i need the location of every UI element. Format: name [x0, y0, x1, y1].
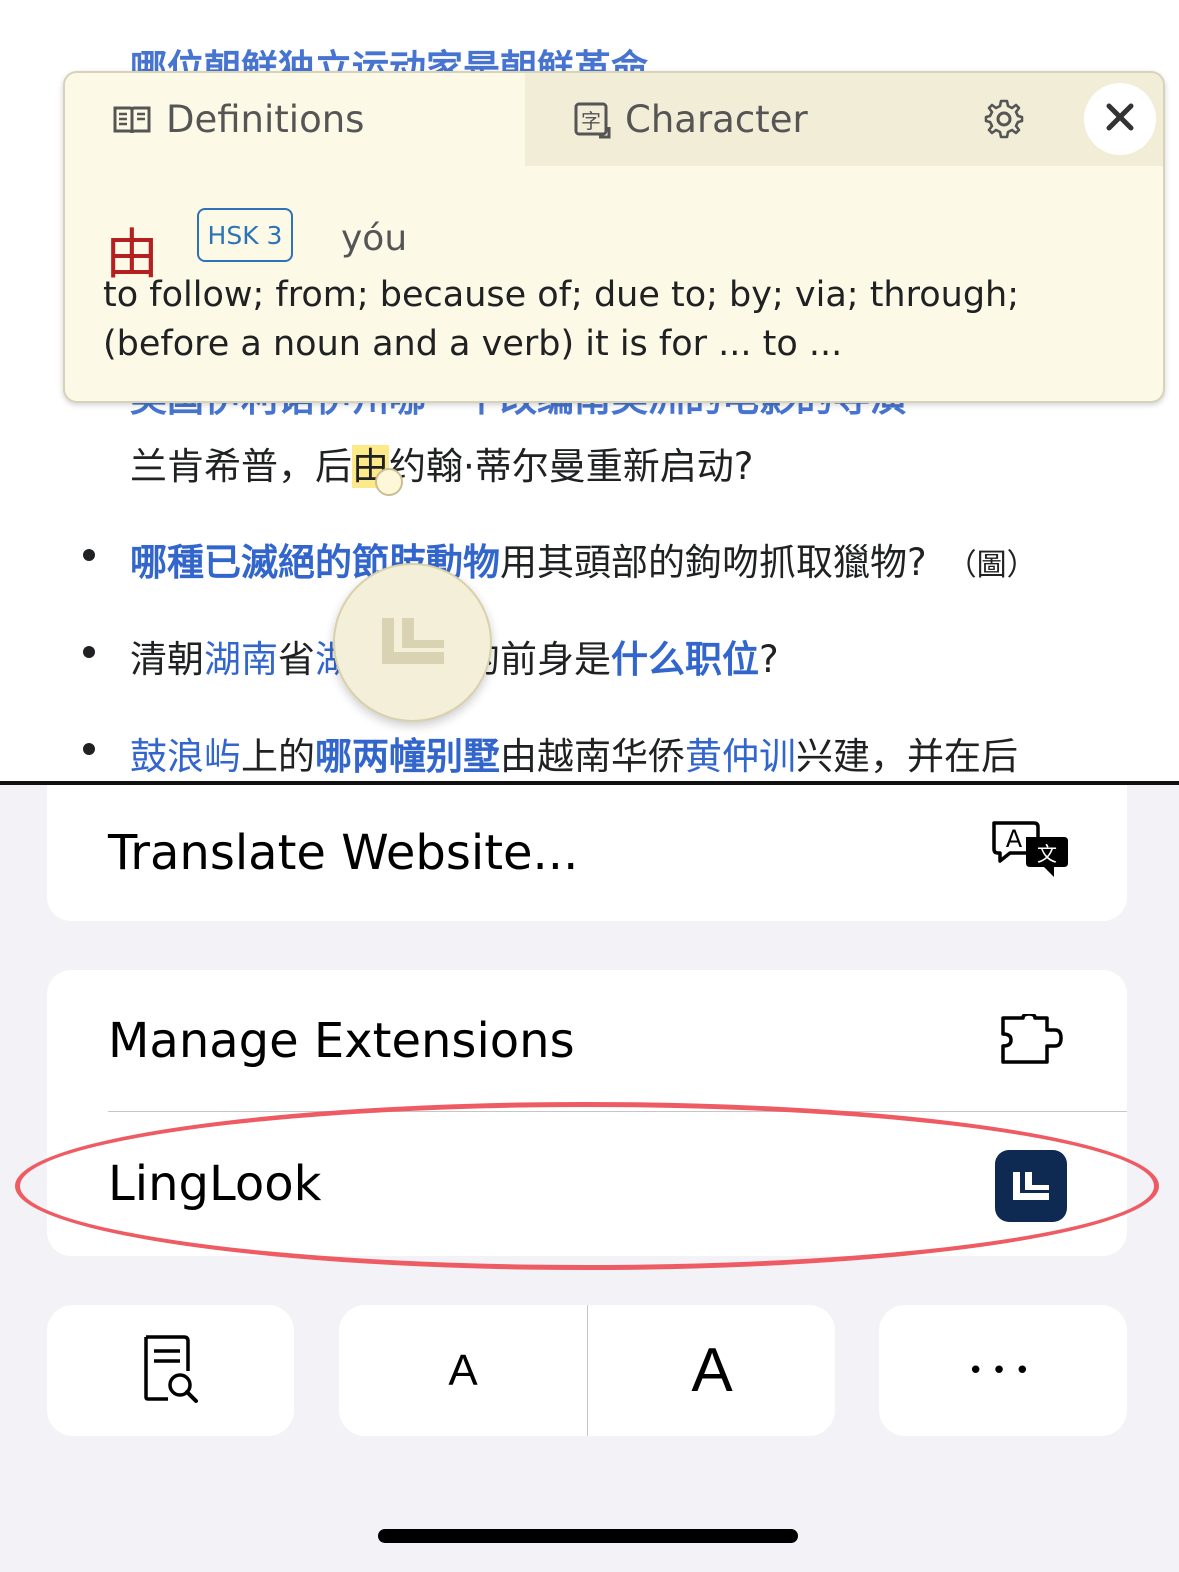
- popup-tab-bar: Definitions 字 Character: [65, 73, 1163, 166]
- definition-text: to follow; from; because of; due to; by;…: [103, 275, 1020, 364]
- linglook-item[interactable]: LingLook: [47, 1112, 1127, 1256]
- increase-font-button[interactable]: A: [588, 1305, 836, 1436]
- image-note: （圖）: [946, 548, 1037, 583]
- link-hunan[interactable]: 湖南: [204, 638, 278, 681]
- bullet: [83, 646, 95, 658]
- link-two-villas[interactable]: 哪两幢别墅: [315, 735, 500, 778]
- linglook-floating-button[interactable]: [333, 563, 492, 722]
- question-line: 兰肯希普，后由约翰·蒂尔曼重新启动?: [130, 436, 753, 490]
- linglook-logo-icon: [378, 616, 448, 670]
- tab-character[interactable]: 字 Character: [525, 73, 1163, 166]
- translate-icon: A文: [990, 819, 1072, 891]
- link-gulangyu[interactable]: 鼓浪屿: [130, 735, 241, 778]
- webpage-content: 哪位朝鲜独立运动家是朝鲜革命 美国伊利诺伊州哪一个改编南美洲的电影的导演 兰肯希…: [0, 0, 1179, 783]
- tab-character-label: Character: [625, 98, 808, 141]
- character-icon: 字: [573, 101, 625, 139]
- translate-website-item[interactable]: Translate Website... A文: [47, 785, 1127, 921]
- list-item: 鼓浪屿上的哪两幢别墅由越南华侨黄仲训兴建，并在后: [130, 726, 1018, 780]
- close-icon: [1105, 102, 1135, 136]
- decrease-font-button[interactable]: A: [339, 1305, 587, 1436]
- pinyin: yóu: [341, 218, 408, 259]
- bullet: [83, 549, 95, 561]
- question-text-b: 约翰·蒂尔曼重新启动?: [389, 445, 754, 488]
- link-what-position[interactable]: 什么职位: [611, 638, 759, 681]
- svg-text:A: A: [1006, 825, 1023, 853]
- linglook-popup: Definitions 字 Character 由 HSK 3 yóu to f…: [63, 71, 1165, 403]
- list-item-text: 上的: [241, 735, 315, 778]
- linglook-label: LingLook: [108, 1156, 322, 1212]
- hsk-badge: HSK 3: [197, 208, 293, 262]
- tab-definitions-label: Definitions: [166, 98, 365, 141]
- list-item-text: 清朝: [130, 638, 204, 681]
- list-item-text: 由越南华侨: [500, 735, 685, 778]
- reader-button[interactable]: [47, 1305, 294, 1436]
- question-text-a: 兰肯希普，后: [130, 445, 352, 488]
- list-item-text: ?: [759, 638, 779, 681]
- manage-extensions-label: Manage Extensions: [108, 1012, 575, 1069]
- gear-icon[interactable]: [983, 98, 1025, 144]
- translate-website-label: Translate Website...: [108, 825, 579, 881]
- manage-extensions-item[interactable]: Manage Extensions: [47, 970, 1127, 1111]
- selection-handle[interactable]: [375, 468, 403, 496]
- link-huang-zhongxun[interactable]: 黄仲训: [685, 735, 796, 778]
- more-button[interactable]: •••: [879, 1305, 1127, 1436]
- tab-definitions[interactable]: Definitions: [65, 73, 525, 166]
- more-icon: •••: [967, 1355, 1038, 1386]
- svg-text:字: 字: [581, 109, 601, 133]
- home-indicator[interactable]: [378, 1529, 798, 1543]
- list-item-text: 用其頭部的鉤吻抓取獵物?: [500, 541, 927, 584]
- font-size-controls: A A: [339, 1305, 835, 1436]
- list-item: 哪種已滅絕的節肢動物用其頭部的鉤吻抓取獵物? （圖）: [130, 532, 1037, 586]
- book-icon: [112, 103, 166, 137]
- reader-search-icon: [140, 1333, 202, 1409]
- list-item-text: 兴建，并在后: [796, 735, 1018, 778]
- puzzle-icon: [999, 1012, 1065, 1078]
- extensions-card: Manage Extensions LingLook: [47, 970, 1127, 1256]
- svg-text:文: 文: [1037, 842, 1057, 866]
- list-item-text: 省: [278, 638, 315, 681]
- close-button[interactable]: [1084, 83, 1156, 155]
- linglook-app-icon: [995, 1150, 1067, 1222]
- bullet: [83, 743, 95, 755]
- translate-card: Translate Website... A文: [47, 785, 1127, 921]
